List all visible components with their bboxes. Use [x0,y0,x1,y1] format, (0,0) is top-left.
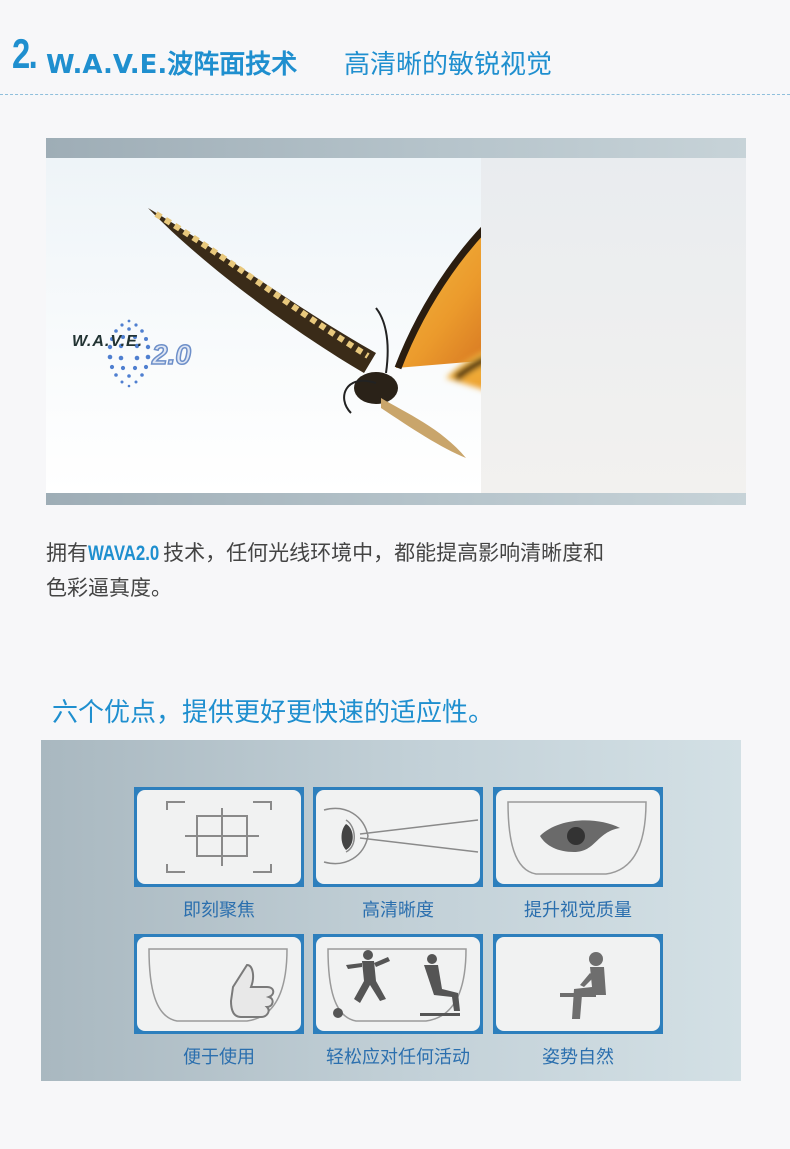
description-text: 拥有WAVA2.0 技术，任何光线环境中，都能提高影响清晰度和 色彩逼真度。 [46,536,746,606]
advantages-panel: 即刻聚焦 高清晰度 提升视觉质量 便于使用 轻松应对任何活动 姿势自然 [41,740,741,1081]
focus-frame-icon [166,801,272,873]
section-header: 2. W.A.V.E.波阵面技术 高清晰的敏锐视觉 [0,0,790,96]
advantage-card-clarity [313,787,483,887]
advantages-title: 六个优点，提供更好更快速的适应性。 [52,698,495,728]
eye-icon [507,801,647,875]
advantage-label-ease: 便于使用 [183,1047,255,1068]
wave-wordmark: W.A.V.E. [72,333,144,350]
description-line1: 技术，任何光线环境中，都能提高影响清晰度和 [163,541,605,565]
section-subtitle: 高清晰的敏锐视觉 [344,50,553,80]
advantage-card-posture [493,934,663,1034]
description-line2: 色彩逼真度。 [46,576,172,600]
section-number: 2. [12,30,38,77]
hero-top-bar [46,138,746,158]
advantage-card-focus [134,787,304,887]
dotted-divider [0,94,790,95]
advantage-label-focus: 即刻聚焦 [183,900,255,921]
advantage-card-quality [493,787,663,887]
advantage-card-activity [313,934,483,1034]
blurred-zone [481,158,746,493]
seated-person-icon [560,952,606,1019]
advantage-label-posture: 姿势自然 [542,1047,614,1068]
advantage-label-clarity: 高清晰度 [362,900,434,921]
section-title: W.A.V.E.波阵面技术 [46,50,298,80]
wave-logo: W.A.V.E. 2.0 [68,313,238,393]
wave-version: 2.0 [151,338,191,371]
advantage-label-quality: 提升视觉质量 [524,900,632,921]
hero-background: W.A.V.E. 2.0 [46,158,746,493]
advantage-label-activity: 轻松应对任何活动 [326,1047,470,1068]
eye-side-view-icon [323,807,479,865]
description-highlight: WAVA2.0 [88,542,160,565]
description-prefix: 拥有 [46,541,88,565]
hero-bottom-bar [46,493,746,505]
hero-image: W.A.V.E. 2.0 [46,138,746,505]
advantage-card-ease [134,934,304,1034]
activity-figures-icon [327,948,467,1022]
thumbs-up-icon [148,948,288,1022]
